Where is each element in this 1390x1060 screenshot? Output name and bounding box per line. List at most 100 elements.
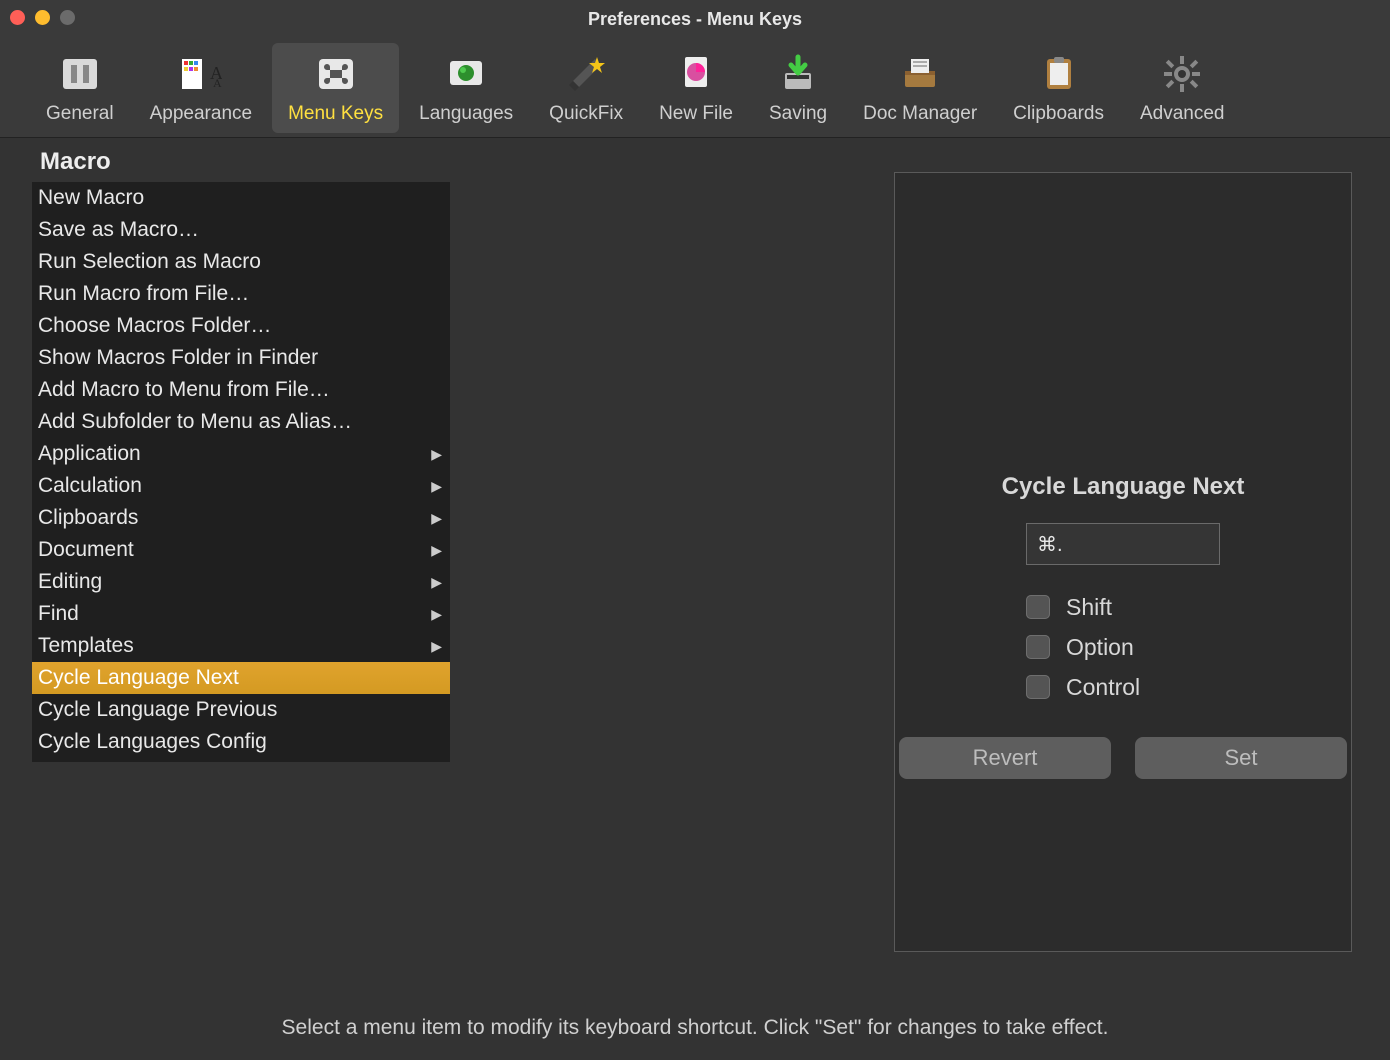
tab-new-file[interactable]: New File [643,43,749,133]
prefs-toolbar: General AA Appearance Menu Keys Language… [0,38,1390,138]
close-icon[interactable] [10,10,25,25]
menu-item-label: Document [38,538,134,562]
tab-label: Appearance [150,103,252,125]
tab-label: Saving [769,103,827,125]
new-file-icon [675,53,717,95]
menu-item-label: New Macro [38,186,144,210]
doc-manager-icon [899,53,941,95]
menu-item[interactable]: Add Subfolder to Menu as Alias… [32,406,450,438]
menu-item-label: Run Macro from File… [38,282,249,306]
menu-item-label: Cycle Languages Config [38,730,267,754]
tab-label: Clipboards [1013,103,1104,125]
menu-item-label: Application [38,442,141,466]
shortcut-editor-panel: Cycle Language Next Shift Option Control… [894,172,1352,952]
tab-advanced[interactable]: Advanced [1124,43,1241,133]
menu-item[interactable]: Run Selection as Macro [32,246,450,278]
tab-menu-keys[interactable]: Menu Keys [272,43,399,133]
checkbox-shift[interactable] [1026,595,1050,619]
tab-label: QuickFix [549,103,623,125]
revert-button[interactable]: Revert [899,737,1111,779]
maximize-icon[interactable] [60,10,75,25]
checkbox-control[interactable] [1026,675,1050,699]
menu-item-label: Add Macro to Menu from File… [38,378,330,402]
tab-clipboards[interactable]: Clipboards [997,43,1120,133]
menu-item[interactable]: Run Macro from File… [32,278,450,310]
gear-icon [1161,53,1203,95]
chevron-right-icon: ▶ [431,478,442,495]
center-spacer [450,138,894,1008]
window-controls [10,10,75,25]
saving-icon [777,53,819,95]
tab-label: General [46,103,114,125]
modifier-control-row[interactable]: Control [1026,667,1220,707]
tab-saving[interactable]: Saving [753,43,843,133]
modifier-label: Option [1066,634,1134,661]
menu-item[interactable]: Clipboards ▶ [32,502,450,534]
menu-item-label: Add Subfolder to Menu as Alias… [38,410,352,434]
menu-item-label: Find [38,602,79,626]
menu-item[interactable]: Find ▶ [32,598,450,630]
flag-icon [445,53,487,95]
menu-item-label: Templates [38,634,134,658]
menu-category-header: Macro [0,138,450,182]
tab-label: Languages [419,103,513,125]
menu-item-label: Show Macros Folder in Finder [38,346,318,370]
button-row: Revert Set [899,737,1347,779]
chevron-right-icon: ▶ [431,510,442,527]
tab-quickfix[interactable]: QuickFix [533,43,639,133]
menu-item[interactable]: Editing ▶ [32,566,450,598]
menu-item[interactable]: Calculation ▶ [32,470,450,502]
content-area: Macro New Macro Save as Macro… Run Selecti… [0,138,1390,1008]
menu-item[interactable]: Add Macro to Menu from File… [32,374,450,406]
titlebar: Preferences - Menu Keys [0,0,1390,38]
modifier-label: Shift [1066,594,1112,621]
svg-text:A: A [213,76,222,90]
menu-item[interactable]: Document ▶ [32,534,450,566]
menu-item[interactable]: Cycle Language Next [32,662,450,694]
menu-item[interactable]: Application ▶ [32,438,450,470]
menu-item-label: Run Selection as Macro [38,250,261,274]
set-button[interactable]: Set [1135,737,1347,779]
chevron-right-icon: ▶ [431,606,442,623]
menu-item[interactable]: Save as Macro… [32,214,450,246]
menu-item[interactable]: Cycle Language Previous [32,694,450,726]
tab-general[interactable]: General [30,43,130,133]
menu-item-label: Calculation [38,474,142,498]
menu-item[interactable]: New Macro [32,182,450,214]
shortcut-input[interactable] [1026,523,1220,565]
menu-item-label: Cycle Language Next [38,666,239,690]
chevron-right-icon: ▶ [431,574,442,591]
chevron-right-icon: ▶ [431,542,442,559]
checkbox-option[interactable] [1026,635,1050,659]
menu-item-label: Clipboards [38,506,138,530]
wand-icon [565,53,607,95]
menu-item[interactable]: Cycle Languages Config [32,726,450,758]
menu-item[interactable]: Templates ▶ [32,630,450,662]
tab-appearance[interactable]: AA Appearance [134,43,268,133]
menu-column: Macro New Macro Save as Macro… Run Selecti… [0,138,450,1008]
modifier-shift-row[interactable]: Shift [1026,587,1220,627]
command-icon [315,53,357,95]
tab-label: Doc Manager [863,103,977,125]
menu-item-label: Save as Macro… [38,218,199,242]
tab-label: Menu Keys [288,103,383,125]
menu-item-label: Editing [38,570,102,594]
sliders-icon [59,53,101,95]
appearance-icon: AA [180,53,222,95]
tab-label: New File [659,103,733,125]
selected-item-title: Cycle Language Next [1002,473,1245,501]
menu-item-label: Choose Macros Folder… [38,314,271,338]
tab-languages[interactable]: Languages [403,43,529,133]
modifier-label: Control [1066,674,1140,701]
minimize-icon[interactable] [35,10,50,25]
chevron-right-icon: ▶ [431,446,442,463]
footer-hint: Select a menu item to modify its keyboar… [0,1016,1390,1040]
window-title: Preferences - Menu Keys [588,9,802,30]
menu-item-list[interactable]: New Macro Save as Macro… Run Selection as … [32,182,450,762]
menu-item-label: Cycle Language Previous [38,698,277,722]
modifier-option-row[interactable]: Option [1026,627,1220,667]
tab-doc-manager[interactable]: Doc Manager [847,43,993,133]
menu-item[interactable]: Show Macros Folder in Finder [32,342,450,374]
chevron-right-icon: ▶ [431,638,442,655]
menu-item[interactable]: Choose Macros Folder… [32,310,450,342]
